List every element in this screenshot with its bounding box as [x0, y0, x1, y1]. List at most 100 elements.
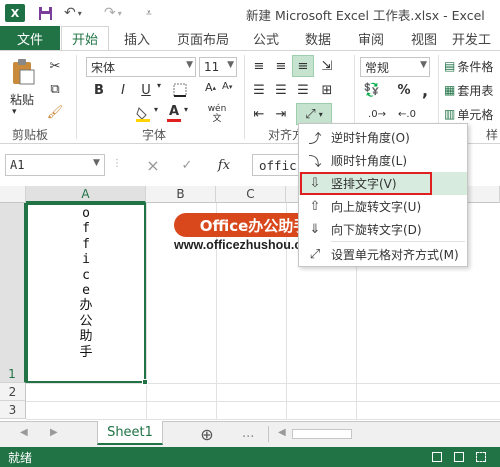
- tab-home[interactable]: 开始: [61, 26, 109, 50]
- save-icon[interactable]: [38, 4, 53, 22]
- row-header-3[interactable]: 3: [0, 401, 26, 419]
- fill-handle[interactable]: [142, 379, 148, 385]
- align-right-icon[interactable]: ☰: [294, 81, 312, 99]
- increase-decimal-icon[interactable]: .0→: [366, 105, 388, 123]
- chevron-down-icon: ▾: [318, 109, 323, 119]
- row-header-2[interactable]: 2: [0, 383, 26, 401]
- enter-entry-button[interactable]: ✓: [178, 154, 196, 176]
- menu-item-label: 设置单元格对齐方式(M): [331, 248, 459, 262]
- cell-a1-char: 办: [79, 298, 93, 314]
- more-sheets-icon[interactable]: ...: [242, 426, 254, 441]
- column-header-a[interactable]: A: [26, 186, 146, 203]
- borders-icon[interactable]: [170, 81, 190, 99]
- tab-formulas[interactable]: 公式: [244, 26, 288, 50]
- format-painter-icon[interactable]: 🖌: [46, 103, 64, 121]
- redo-icon[interactable]: ↷ ▾: [104, 4, 122, 22]
- align-middle-icon[interactable]: ≡: [272, 57, 290, 75]
- tab-insert[interactable]: 插入: [115, 26, 159, 50]
- comma-button[interactable]: ,: [418, 81, 432, 100]
- paste-button[interactable]: 粘贴: [10, 91, 34, 108]
- customize-qat-icon[interactable]: ⩡: [146, 4, 152, 22]
- tab-page-layout[interactable]: 页面布局: [170, 26, 236, 50]
- name-box-dropdown-icon[interactable]: ▼: [93, 158, 100, 168]
- tab-developer[interactable]: 开发工: [452, 26, 500, 50]
- cancel-entry-button[interactable]: ×: [144, 154, 162, 176]
- horizontal-scrollbar-thumb[interactable]: [292, 429, 352, 439]
- increase-font-icon[interactable]: A ▴: [205, 81, 216, 94]
- orientation-button[interactable]: ⤢ ▾: [296, 103, 332, 125]
- menu-item-rotate-cw[interactable]: ⤵ 顺时针角度(L): [299, 149, 467, 172]
- paste-dropdown-icon[interactable]: ▾: [12, 107, 17, 117]
- percent-button[interactable]: %: [396, 81, 412, 99]
- menu-item-vertical-text[interactable]: ⇩ 竖排文字(V): [299, 172, 467, 195]
- tab-view[interactable]: 视图: [402, 26, 446, 50]
- insert-function-button[interactable]: fx: [214, 154, 234, 176]
- cell-a1-char: f: [82, 236, 90, 252]
- formula-content: offic: [259, 157, 297, 173]
- grid-line: [26, 419, 500, 420]
- scroll-right-icon[interactable]: ▶: [50, 427, 58, 438]
- copy-icon[interactable]: ⧉: [46, 80, 64, 98]
- normal-view-icon[interactable]: [432, 452, 442, 462]
- underline-button[interactable]: U: [139, 81, 153, 99]
- page-break-view-icon[interactable]: [476, 452, 486, 462]
- number-format-select[interactable]: 常规 ▼: [360, 57, 430, 77]
- font-name-select[interactable]: 宋体 ▼: [86, 57, 196, 77]
- bold-button[interactable]: B: [92, 81, 106, 99]
- menu-item-rotate-ccw[interactable]: ⤴ 逆时针角度(O): [299, 126, 467, 149]
- wrap-text-icon[interactable]: ⇲: [318, 57, 336, 75]
- increase-indent-icon[interactable]: ⇥: [272, 105, 290, 123]
- phonetic-char: 文: [212, 114, 222, 124]
- align-bottom-icon[interactable]: ≡: [292, 55, 314, 77]
- menu-item-rotate-up[interactable]: ⇧ 向上旋转文字(U): [299, 195, 467, 218]
- sheet-tab-sheet1[interactable]: Sheet1: [97, 421, 163, 445]
- clipboard-group-label: 剪贴板: [12, 128, 49, 142]
- phonetic-pinyin: wén: [207, 104, 227, 114]
- formula-input[interactable]: offic: [252, 154, 302, 176]
- highlight-box: [300, 172, 432, 195]
- hscroll-left-icon[interactable]: ◀: [278, 427, 286, 438]
- underline-dropdown-icon[interactable]: ▾: [157, 81, 161, 90]
- italic-button[interactable]: I: [116, 81, 130, 99]
- paste-icon[interactable]: [8, 57, 38, 87]
- tab-review[interactable]: 审阅: [349, 26, 393, 50]
- format-as-table-label: 套用表: [457, 83, 494, 98]
- menu-item-rotate-down[interactable]: ⇓ 向下旋转文字(D): [299, 218, 467, 241]
- add-sheet-button[interactable]: ⊕: [198, 425, 216, 444]
- phonetic-guide-icon[interactable]: wén 文: [204, 103, 230, 125]
- undo-icon[interactable]: ↶ ▾: [64, 4, 82, 22]
- font-color-icon[interactable]: A: [166, 103, 182, 123]
- decrease-font-icon[interactable]: A ▾: [222, 81, 232, 92]
- format-as-table-button[interactable]: ▦ 套用表: [444, 81, 500, 99]
- decrease-decimal-icon[interactable]: ←.0: [396, 105, 418, 123]
- tab-data[interactable]: 数据: [296, 26, 340, 50]
- font-color-dropdown-icon[interactable]: ▾: [184, 105, 188, 114]
- merge-center-icon[interactable]: ⊞: [318, 81, 336, 99]
- cell-styles-button[interactable]: ▥ 单元格: [444, 105, 500, 123]
- conditional-formatting-button[interactable]: ▤ 条件格: [444, 57, 500, 75]
- decrease-indent-icon[interactable]: ⇤: [250, 105, 268, 123]
- rotate-ccw-icon: ⤴: [308, 132, 322, 147]
- chevron-down-icon: ▼: [420, 60, 427, 70]
- column-header-b[interactable]: B: [146, 186, 216, 203]
- cut-icon[interactable]: ✂: [46, 57, 64, 75]
- menu-item-format-alignment[interactable]: ⤢ 设置单元格对齐方式(M): [299, 243, 467, 266]
- status-bar: 就绪: [0, 447, 500, 467]
- format-cells-icon: ⤢: [309, 247, 321, 262]
- row-header-1[interactable]: 1: [0, 203, 26, 383]
- align-center-icon[interactable]: ☰: [272, 81, 290, 99]
- fill-color-icon[interactable]: [134, 105, 152, 123]
- align-left-icon[interactable]: ☰: [250, 81, 268, 99]
- align-top-icon[interactable]: ≡: [250, 57, 268, 75]
- accounting-format-icon[interactable]: 💱: [360, 81, 384, 99]
- page-layout-view-icon[interactable]: [454, 452, 464, 462]
- select-all-corner[interactable]: [0, 186, 26, 203]
- font-size-select[interactable]: 11 ▼: [199, 57, 237, 77]
- cell-a1-char: 助: [79, 329, 93, 345]
- name-box[interactable]: A1: [5, 154, 105, 176]
- scroll-left-icon[interactable]: ◀: [20, 427, 28, 438]
- column-header-c[interactable]: C: [216, 186, 286, 203]
- tab-file[interactable]: 文件: [0, 26, 60, 50]
- fill-color-dropdown-icon[interactable]: ▾: [154, 105, 158, 114]
- splitter[interactable]: [268, 426, 269, 442]
